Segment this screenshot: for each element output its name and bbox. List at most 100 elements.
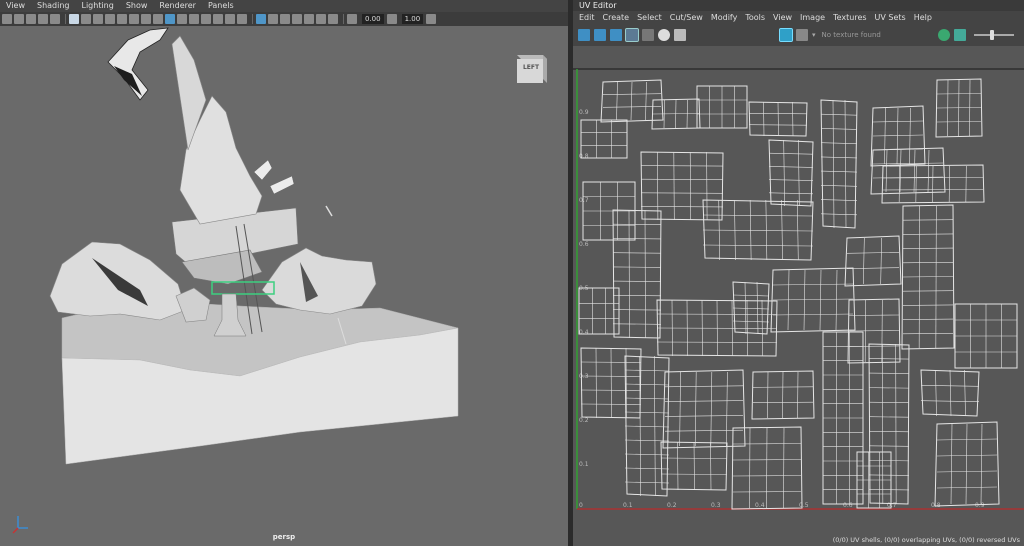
menu-renderer[interactable]: Renderer — [153, 0, 202, 12]
antialiasing-icon[interactable] — [268, 14, 278, 24]
uv-texel-density-icon[interactable] — [937, 29, 950, 41]
uv-shell[interactable] — [901, 204, 955, 350]
screen-space-reflection-icon[interactable] — [304, 14, 314, 24]
uv-shell[interactable] — [580, 347, 642, 419]
shadows-icon[interactable] — [201, 14, 211, 24]
uv-shell[interactable] — [582, 181, 636, 241]
uv-shell[interactable] — [660, 441, 728, 491]
menu-view[interactable]: View — [0, 0, 31, 12]
uv-checker-icon[interactable] — [796, 29, 808, 41]
motion-blur-icon[interactable] — [292, 14, 302, 24]
uv-texture-dropdown-icon[interactable]: ▾ — [812, 31, 816, 39]
menu-lighting[interactable]: Lighting — [75, 0, 119, 12]
uv-shell[interactable] — [748, 101, 808, 137]
uv-grid-icon[interactable] — [642, 29, 654, 41]
uv-shell[interactable] — [732, 281, 770, 335]
gate-mask-icon[interactable] — [93, 14, 103, 24]
uv-image-ratio-icon[interactable] — [953, 29, 966, 41]
uv-shell[interactable] — [702, 199, 814, 261]
uv-shell[interactable] — [770, 267, 856, 333]
wireframe-on-shaded-icon[interactable] — [165, 14, 175, 24]
uv-shell[interactable] — [820, 99, 858, 229]
uv-menu-modify[interactable]: Modify — [707, 11, 742, 24]
view-transform-icon[interactable] — [426, 14, 437, 24]
grid-toggle-icon[interactable] — [50, 14, 60, 24]
bookmarks-icon[interactable] — [26, 14, 36, 24]
uv-shell[interactable] — [935, 78, 983, 138]
uv-shortest-path-icon[interactable] — [610, 29, 622, 41]
select-camera-icon[interactable] — [2, 14, 12, 24]
uv-shell[interactable] — [954, 303, 1018, 369]
uv-menu-help[interactable]: Help — [910, 11, 936, 24]
uv-select-shell-icon[interactable] — [578, 29, 590, 41]
view-cube[interactable]: LEFT — [513, 51, 549, 85]
use-all-lights-icon[interactable] — [189, 14, 199, 24]
uv-menu-cut-sew[interactable]: Cut/Sew — [666, 11, 707, 24]
uv-image-display-icon[interactable] — [779, 28, 793, 42]
smooth-shade-icon[interactable] — [153, 14, 163, 24]
uv-menu-textures[interactable]: Textures — [829, 11, 870, 24]
v-tick-label: 0.8 — [579, 153, 589, 160]
uv-menu-create[interactable]: Create — [599, 11, 634, 24]
safe-title-icon[interactable] — [129, 14, 139, 24]
uv-shell[interactable] — [600, 79, 664, 123]
wireframe-icon[interactable] — [141, 14, 151, 24]
uv-menu-edit[interactable]: Edit — [575, 11, 599, 24]
uv-shell[interactable] — [751, 370, 815, 420]
uv-toggle-filtered-icon[interactable] — [625, 28, 639, 42]
uv-menu-tools[interactable]: Tools — [741, 11, 769, 24]
uv-shell[interactable] — [578, 287, 620, 335]
uv-shell[interactable] — [731, 426, 803, 510]
camera-attributes-icon[interactable] — [14, 14, 24, 24]
uv-menu-select[interactable]: Select — [633, 11, 666, 24]
gamma-field[interactable]: 1.00 — [401, 14, 424, 24]
uv-shell[interactable] — [651, 98, 701, 130]
uv-menu-image[interactable]: Image — [796, 11, 829, 24]
gamma-icon[interactable] — [386, 14, 397, 24]
color-management-icon[interactable] — [328, 14, 338, 24]
exposure-icon[interactable] — [347, 14, 357, 24]
uv-texture-dropdown[interactable]: No texture found — [822, 31, 886, 39]
resolution-gate-icon[interactable] — [81, 14, 91, 24]
xray-icon[interactable] — [177, 14, 187, 24]
uv-shell[interactable] — [696, 85, 748, 129]
uv-shell[interactable] — [612, 209, 662, 339]
uv-snapshot-icon[interactable] — [674, 29, 686, 41]
film-gate-icon[interactable] — [69, 14, 79, 24]
menu-shading[interactable]: Shading — [31, 0, 76, 12]
uv-shading-icon[interactable] — [658, 29, 670, 41]
uv-brightness-slider[interactable] — [973, 30, 1014, 40]
depth-of-field-icon[interactable] — [280, 14, 290, 24]
uv-canvas[interactable]: 0.9 0.8 0.7 0.6 0.5 0.4 0.3 0.2 0.1 0 0.… — [573, 46, 1024, 546]
textured-icon[interactable] — [225, 14, 235, 24]
exposure-field[interactable]: 0.00 — [362, 14, 384, 24]
menu-show[interactable]: Show — [120, 0, 154, 12]
uv-shells[interactable] — [578, 78, 1018, 510]
hdr-icon[interactable] — [316, 14, 326, 24]
uv-edge — [844, 99, 847, 229]
isolate-select-icon[interactable] — [237, 14, 247, 24]
uv-select-border-icon[interactable] — [594, 29, 606, 41]
uv-slider-handle[interactable] — [989, 30, 994, 40]
uv-layout[interactable]: 0.9 0.8 0.7 0.6 0.5 0.4 0.3 0.2 0.1 0 0.… — [573, 46, 1024, 546]
viewport-toolbar: 0.00 1.00 — [0, 12, 568, 26]
viewport-panel[interactable]: View Shading Lighting Show Renderer Pane… — [0, 0, 568, 546]
menu-panels[interactable]: Panels — [202, 0, 240, 12]
image-plane-icon[interactable] — [38, 14, 48, 24]
uv-shell[interactable] — [847, 298, 901, 364]
uv-shell[interactable] — [920, 369, 980, 417]
safe-action-icon[interactable] — [117, 14, 127, 24]
uv-shell[interactable] — [934, 421, 1000, 507]
uv-shell[interactable] — [870, 105, 926, 167]
uv-shell[interactable] — [624, 355, 670, 497]
field-chart-icon[interactable] — [105, 14, 115, 24]
uv-shell[interactable] — [768, 139, 814, 207]
uv-menu-uv-sets[interactable]: UV Sets — [871, 11, 910, 24]
uv-menu-view[interactable]: View — [769, 11, 796, 24]
xray-joints-icon[interactable] — [256, 14, 266, 24]
ambient-occlusion-icon[interactable] — [213, 14, 223, 24]
uv-shell[interactable] — [656, 299, 778, 357]
uv-shell[interactable] — [881, 164, 985, 204]
uv-shell[interactable] — [640, 151, 724, 221]
viewport-scene[interactable] — [0, 26, 568, 546]
